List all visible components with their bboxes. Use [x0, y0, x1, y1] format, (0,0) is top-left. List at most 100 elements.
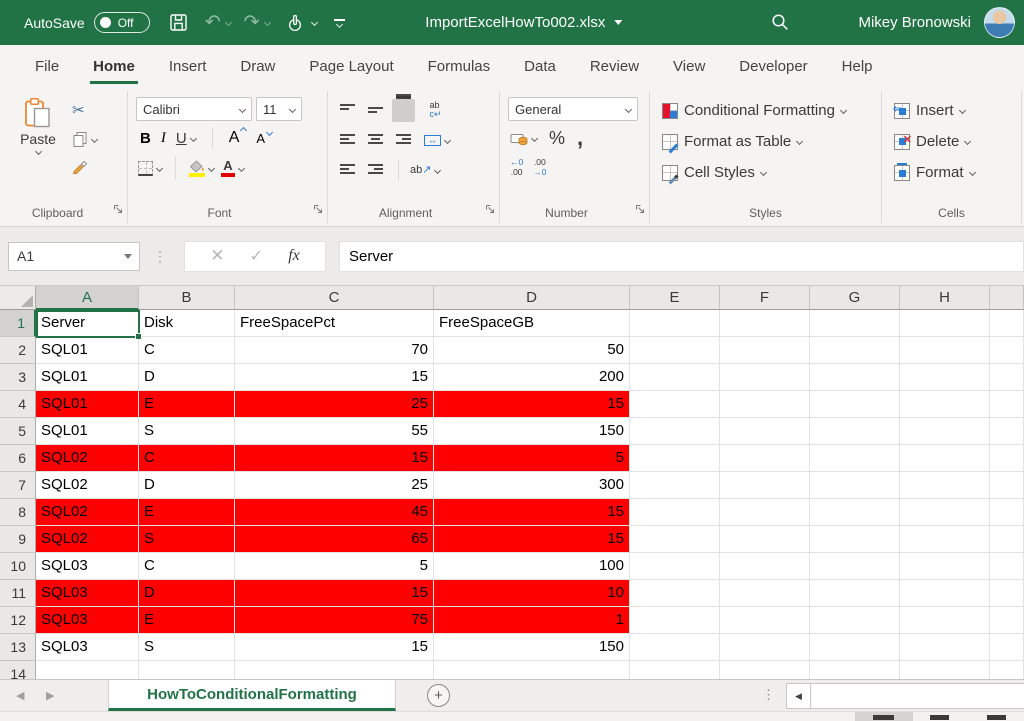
align-bottom-button[interactable]: [392, 99, 415, 122]
formula-bar-resizer[interactable]: ⋮: [153, 248, 167, 265]
cell-A5[interactable]: SQL01: [36, 418, 139, 445]
row-header-12[interactable]: 12: [0, 607, 36, 634]
cell-H2[interactable]: [900, 337, 990, 364]
avatar[interactable]: [984, 7, 1015, 38]
cell-B10[interactable]: C: [139, 553, 235, 580]
enter-button[interactable]: ✓: [250, 246, 263, 266]
cell-A14[interactable]: [36, 661, 139, 679]
cell-A7[interactable]: SQL02: [36, 472, 139, 499]
format-as-table-button[interactable]: Format as Table: [662, 126, 875, 157]
previous-sheet-button[interactable]: ◀: [16, 689, 24, 702]
cell-B3[interactable]: D: [139, 364, 235, 391]
cell-A11[interactable]: SQL03: [36, 580, 139, 607]
paste-button[interactable]: Paste: [12, 95, 64, 179]
cell-C8[interactable]: 45: [235, 499, 434, 526]
cell-G8[interactable]: [810, 499, 900, 526]
row-header-7[interactable]: 7: [0, 472, 36, 499]
cell-G6[interactable]: [810, 445, 900, 472]
tab-file[interactable]: File: [18, 45, 76, 89]
cell-E8[interactable]: [630, 499, 720, 526]
cell-H4[interactable]: [900, 391, 990, 418]
cell-C6[interactable]: 15: [235, 445, 434, 472]
cell-C12[interactable]: 75: [235, 607, 434, 634]
cell-E9[interactable]: [630, 526, 720, 553]
cell-A13[interactable]: SQL03: [36, 634, 139, 661]
cell-B14[interactable]: [139, 661, 235, 679]
cell-I5[interactable]: [990, 418, 1024, 445]
cell-I10[interactable]: [990, 553, 1024, 580]
next-sheet-button[interactable]: ▶: [46, 689, 54, 702]
cell-E1[interactable]: [630, 310, 720, 337]
horizontal-scrollbar[interactable]: [811, 683, 1024, 709]
cell-H8[interactable]: [900, 499, 990, 526]
cell-G11[interactable]: [810, 580, 900, 607]
cell-H3[interactable]: [900, 364, 990, 391]
cell-I8[interactable]: [990, 499, 1024, 526]
cell-E11[interactable]: [630, 580, 720, 607]
cell-I9[interactable]: [990, 526, 1024, 553]
cell-D13[interactable]: 150: [434, 634, 630, 661]
column-header-B[interactable]: B: [139, 286, 235, 310]
row-header-6[interactable]: 6: [0, 445, 36, 472]
tab-developer[interactable]: Developer: [722, 45, 824, 89]
cell-I13[interactable]: [990, 634, 1024, 661]
cell-G3[interactable]: [810, 364, 900, 391]
row-header-14[interactable]: 14: [0, 661, 36, 679]
cell-C1[interactable]: FreeSpacePct: [235, 310, 434, 337]
cell-G9[interactable]: [810, 526, 900, 553]
cell-D2[interactable]: 50: [434, 337, 630, 364]
cell-B12[interactable]: E: [139, 607, 235, 634]
cell-F2[interactable]: [720, 337, 810, 364]
column-header-E[interactable]: E: [630, 286, 720, 310]
cell-B5[interactable]: S: [139, 418, 235, 445]
touch-mouse-mode-button[interactable]: [285, 13, 317, 33]
row-header-3[interactable]: 3: [0, 364, 36, 391]
tab-home[interactable]: Home: [76, 45, 152, 89]
cell-D7[interactable]: 300: [434, 472, 630, 499]
format-cells-button[interactable]: Format: [894, 157, 1015, 188]
cell-A3[interactable]: SQL01: [36, 364, 139, 391]
cell-I12[interactable]: [990, 607, 1024, 634]
cell-A6[interactable]: SQL02: [36, 445, 139, 472]
scroll-left-button[interactable]: ◀: [786, 683, 811, 709]
cell-H5[interactable]: [900, 418, 990, 445]
cell-B9[interactable]: S: [139, 526, 235, 553]
cell-F12[interactable]: [720, 607, 810, 634]
increase-indent-button[interactable]: [364, 159, 387, 182]
dialog-launcher-icon[interactable]: [313, 201, 323, 219]
cell-A1[interactable]: Server: [36, 310, 139, 337]
cell-E6[interactable]: [630, 445, 720, 472]
cell-I7[interactable]: [990, 472, 1024, 499]
row-header-5[interactable]: 5: [0, 418, 36, 445]
cell-D1[interactable]: FreeSpaceGB: [434, 310, 630, 337]
delete-cells-button[interactable]: ✕ Delete: [894, 126, 1015, 157]
increase-decimal-button[interactable]: ←0.00: [510, 158, 523, 178]
orientation-button[interactable]: ab↗: [410, 165, 440, 176]
column-header-partial[interactable]: [990, 286, 1024, 310]
cell-D14[interactable]: [434, 661, 630, 679]
cell-B4[interactable]: E: [139, 391, 235, 418]
font-name-combobox[interactable]: Calibri: [136, 97, 252, 121]
cell-F7[interactable]: [720, 472, 810, 499]
cell-E5[interactable]: [630, 418, 720, 445]
cell-A12[interactable]: SQL03: [36, 607, 139, 634]
cell-F5[interactable]: [720, 418, 810, 445]
row-header-11[interactable]: 11: [0, 580, 36, 607]
cell-E14[interactable]: [630, 661, 720, 679]
cell-H9[interactable]: [900, 526, 990, 553]
cell-I11[interactable]: [990, 580, 1024, 607]
cell-G7[interactable]: [810, 472, 900, 499]
tab-insert[interactable]: Insert: [152, 45, 224, 89]
cell-E7[interactable]: [630, 472, 720, 499]
cell-B11[interactable]: D: [139, 580, 235, 607]
cell-H13[interactable]: [900, 634, 990, 661]
font-size-combobox[interactable]: 11: [256, 97, 302, 121]
decrease-indent-button[interactable]: [336, 159, 359, 182]
column-header-C[interactable]: C: [235, 286, 434, 310]
undo-button[interactable]: ↶: [205, 13, 231, 32]
row-header-4[interactable]: 4: [0, 391, 36, 418]
cell-G4[interactable]: [810, 391, 900, 418]
cell-I1[interactable]: [990, 310, 1024, 337]
autosave-toggle[interactable]: Off: [94, 12, 150, 33]
cell-styles-button[interactable]: Cell Styles: [662, 157, 875, 188]
